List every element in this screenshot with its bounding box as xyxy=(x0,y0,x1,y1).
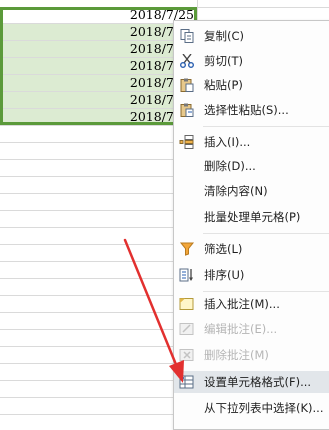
menu-item-label: 选择性粘贴(S)... xyxy=(204,103,289,117)
menu-item-paste[interactable]: 粘贴(P) xyxy=(174,74,329,96)
menu-item-label: 从下拉列表中选择(K)... xyxy=(204,401,324,415)
menu-item-label: 粘贴(P) xyxy=(204,78,243,92)
date-cell[interactable]: 2018/7/25 xyxy=(0,109,197,125)
date-cell[interactable]: 2018/7/25 xyxy=(0,24,197,40)
filter-icon xyxy=(179,242,195,256)
menu-item-label: 筛选(L) xyxy=(204,242,243,256)
menu-item-paste-special[interactable]: 选择性粘贴(S)... xyxy=(174,99,329,121)
menu-item-delete-comment[interactable]: 删除批注(M) xyxy=(174,344,329,366)
menu-item-batch-process[interactable]: 批量处理单元格(P) xyxy=(174,206,329,228)
menu-item-label: 插入(I)... xyxy=(204,135,251,149)
date-cell[interactable]: 2018/7/25 xyxy=(0,92,197,108)
menu-item-label: 剪切(T) xyxy=(204,54,243,68)
copy-icon xyxy=(180,29,194,43)
menu-item-label: 排序(U) xyxy=(204,268,245,282)
menu-item-label: 删除(D)... xyxy=(204,159,256,173)
menu-item-label: 删除批注(M) xyxy=(204,348,269,362)
menu-item-sort[interactable]: 排序(U) xyxy=(174,264,329,286)
insert-cells-icon xyxy=(179,135,194,149)
menu-item-copy[interactable]: 复制(C) xyxy=(174,25,329,47)
date-cell[interactable]: 2018/7/25 xyxy=(0,75,197,91)
menu-item-label: 清除内容(N) xyxy=(204,184,268,198)
menu-item-delete[interactable]: 删除(D)... xyxy=(174,155,329,177)
menu-separator xyxy=(203,233,329,234)
menu-item-cut[interactable]: 剪切(T) xyxy=(174,50,329,72)
menu-separator xyxy=(203,291,329,292)
menu-item-label: 批量处理单元格(P) xyxy=(204,210,301,224)
menu-item-filter[interactable]: 筛选(L) xyxy=(174,238,329,260)
edit-comment-icon xyxy=(179,323,194,335)
menu-item-insert-comment[interactable]: 插入批注(M)... xyxy=(174,293,329,315)
date-cell[interactable]: 2018/7/25 xyxy=(0,58,197,74)
menu-item-label: 编辑批注(E)... xyxy=(204,322,278,336)
delete-comment-icon xyxy=(179,349,194,361)
date-cell[interactable]: 2018/7/25 xyxy=(0,41,197,57)
menu-item-edit-comment[interactable]: 编辑批注(E)... xyxy=(174,318,329,340)
menu-item-label: 插入批注(M)... xyxy=(204,297,280,311)
context-menu: 复制(C) 剪切(T) 粘贴(P) 选择性粘贴(S)... 插入(I)... 删… xyxy=(173,20,329,430)
insert-comment-icon xyxy=(179,298,194,310)
date-cell[interactable]: 2018/7/25 xyxy=(0,7,197,23)
scissors-icon xyxy=(180,54,194,68)
menu-item-clear-contents[interactable]: 清除内容(N) xyxy=(174,180,329,202)
format-cells-icon xyxy=(179,375,194,389)
sort-icon xyxy=(179,268,193,282)
menu-item-label: 复制(C) xyxy=(204,29,245,43)
menu-item-insert[interactable]: 插入(I)... xyxy=(174,131,329,153)
menu-item-pick-from-list[interactable]: 从下拉列表中选择(K)... xyxy=(174,397,329,419)
menu-item-format-cells[interactable]: 设置单元格格式(F)... xyxy=(174,371,329,393)
menu-item-label: 设置单元格格式(F)... xyxy=(204,375,312,389)
menu-separator xyxy=(203,126,329,127)
paste-icon xyxy=(180,78,194,92)
paste-special-icon xyxy=(180,103,194,117)
